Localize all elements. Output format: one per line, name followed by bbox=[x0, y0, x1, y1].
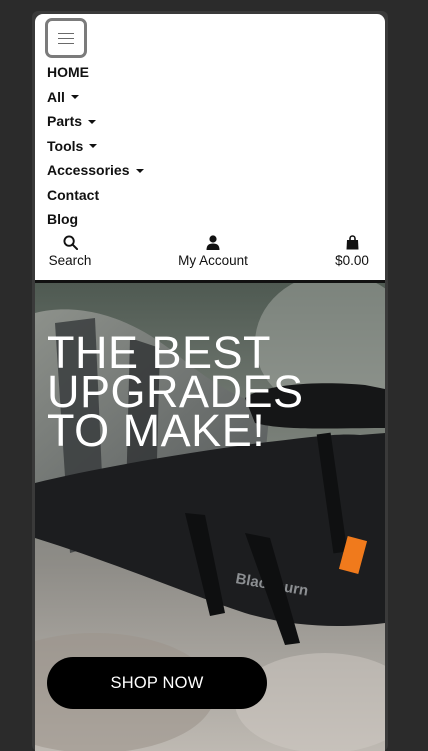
caret-down-icon bbox=[70, 95, 79, 100]
main-nav: HOME All Parts Tools Accessories Contact… bbox=[47, 60, 144, 232]
hamburger-icon bbox=[58, 32, 74, 44]
caret-down-icon bbox=[88, 119, 97, 124]
nav-item-contact[interactable]: Contact bbox=[47, 183, 144, 208]
hero-headline: THE BEST UPGRADES TO MAKE! bbox=[47, 327, 304, 456]
nav-item-label: HOME bbox=[47, 64, 89, 81]
nav-item-label: All bbox=[47, 88, 65, 105]
nav-item-label: Blog bbox=[47, 211, 79, 228]
hero-banner: Blackburn THE BEST UPGRADES TO MAKE! SHO… bbox=[35, 283, 385, 751]
search-icon bbox=[62, 233, 78, 251]
nav-item-label: Parts bbox=[47, 113, 83, 130]
nav-item-home[interactable]: HOME bbox=[47, 60, 144, 85]
nav-item-tools[interactable]: Tools bbox=[47, 134, 144, 159]
nav-item-all[interactable]: All bbox=[47, 85, 144, 110]
user-icon bbox=[206, 233, 220, 251]
menu-toggle-button[interactable] bbox=[45, 18, 87, 58]
nav-item-label: Accessories bbox=[47, 162, 130, 179]
shop-now-button[interactable]: SHOP NOW bbox=[47, 657, 267, 709]
nav-item-label: Contact bbox=[47, 186, 100, 203]
cart-link[interactable]: $0.00 bbox=[333, 233, 371, 268]
shopping-bag-icon bbox=[346, 233, 359, 251]
search-link[interactable]: Search bbox=[49, 233, 91, 268]
header-toolbar: Search My Account $0.00 bbox=[35, 233, 385, 283]
caret-down-icon bbox=[89, 144, 98, 149]
account-link[interactable]: My Account bbox=[175, 233, 251, 268]
nav-item-parts[interactable]: Parts bbox=[47, 109, 144, 134]
caret-down-icon bbox=[135, 168, 144, 173]
nav-item-label: Tools bbox=[47, 137, 84, 154]
search-label: Search bbox=[48, 253, 92, 268]
nav-item-accessories[interactable]: Accessories bbox=[47, 158, 144, 183]
cart-total: $0.00 bbox=[335, 253, 369, 268]
account-label: My Account bbox=[178, 253, 248, 268]
page-card: HOME All Parts Tools Accessories Contact… bbox=[35, 14, 385, 751]
nav-item-blog[interactable]: Blog bbox=[47, 207, 144, 232]
